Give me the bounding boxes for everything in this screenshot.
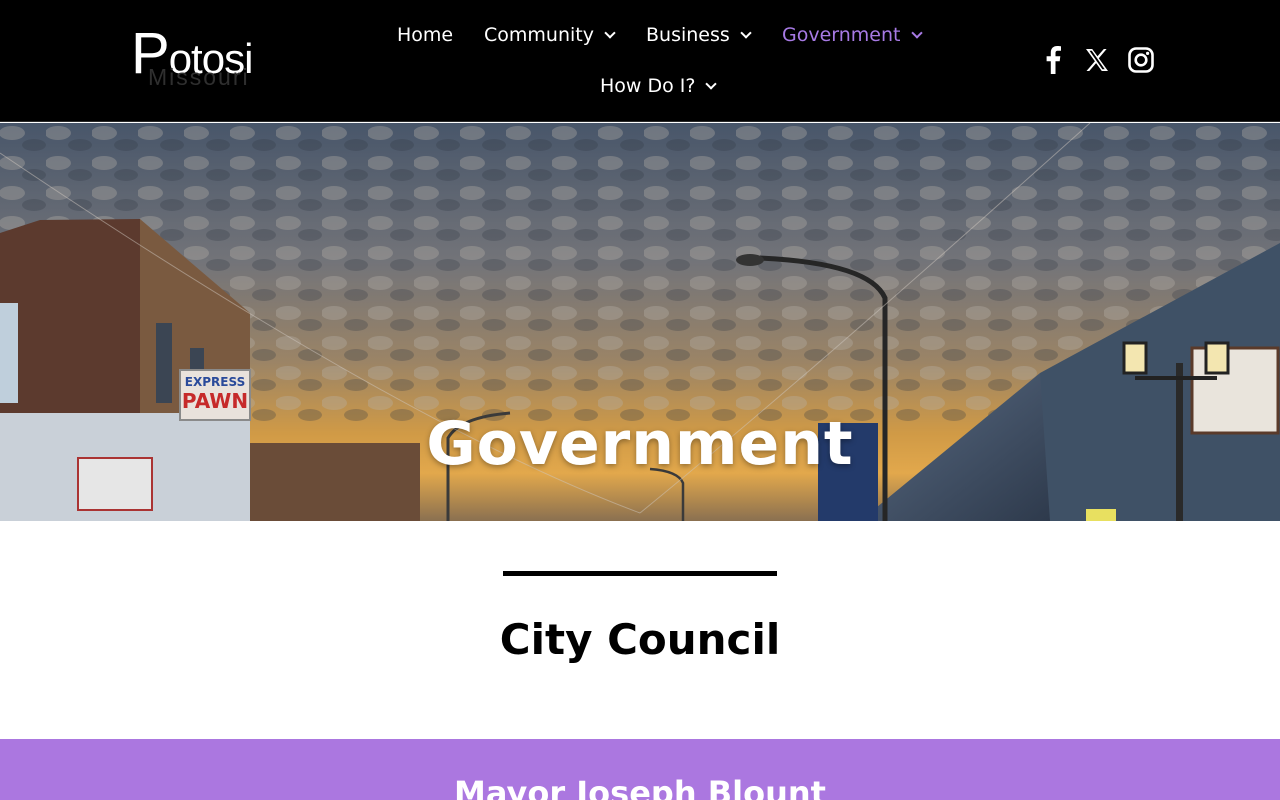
nav-item-government[interactable]: Government — [782, 15, 923, 55]
nav-item-label: Business — [646, 24, 730, 46]
x-twitter-icon — [1086, 49, 1108, 71]
nav-item-community[interactable]: Community — [484, 15, 616, 55]
x-twitter-link[interactable] — [1081, 44, 1113, 76]
chevron-down-icon — [604, 26, 616, 39]
storefront-sign-line1: EXPRESS — [185, 375, 245, 389]
chevron-down-icon — [705, 77, 718, 90]
nav-item-label: Home — [397, 24, 454, 46]
instagram-link[interactable] — [1125, 44, 1157, 76]
instagram-icon — [1128, 47, 1154, 73]
nav-item-home[interactable]: Home — [397, 15, 453, 55]
section-divider — [503, 571, 777, 576]
page-title: Government — [426, 409, 854, 479]
nav-item-label: Government — [782, 24, 901, 46]
section-heading: City Council — [499, 615, 781, 664]
chevron-down-icon — [740, 26, 752, 39]
chevron-down-icon — [910, 26, 923, 39]
site-header: Potosi Missouri Home Community Business … — [0, 0, 1280, 122]
facebook-link[interactable] — [1037, 44, 1069, 76]
nav-item-label: Community — [484, 24, 594, 46]
facebook-icon — [1046, 46, 1061, 74]
mayor-band: Mayor Joseph Blount — [0, 739, 1280, 800]
hero-banner: EXPRESS PAWN Government — [0, 123, 1280, 521]
mayor-heading: Mayor Joseph Blount — [454, 774, 826, 800]
nav-item-how-do-i[interactable]: How Do I? — [600, 66, 718, 106]
nav-item-label: How Do I? — [600, 75, 696, 97]
nav-item-business[interactable]: Business — [646, 15, 752, 55]
